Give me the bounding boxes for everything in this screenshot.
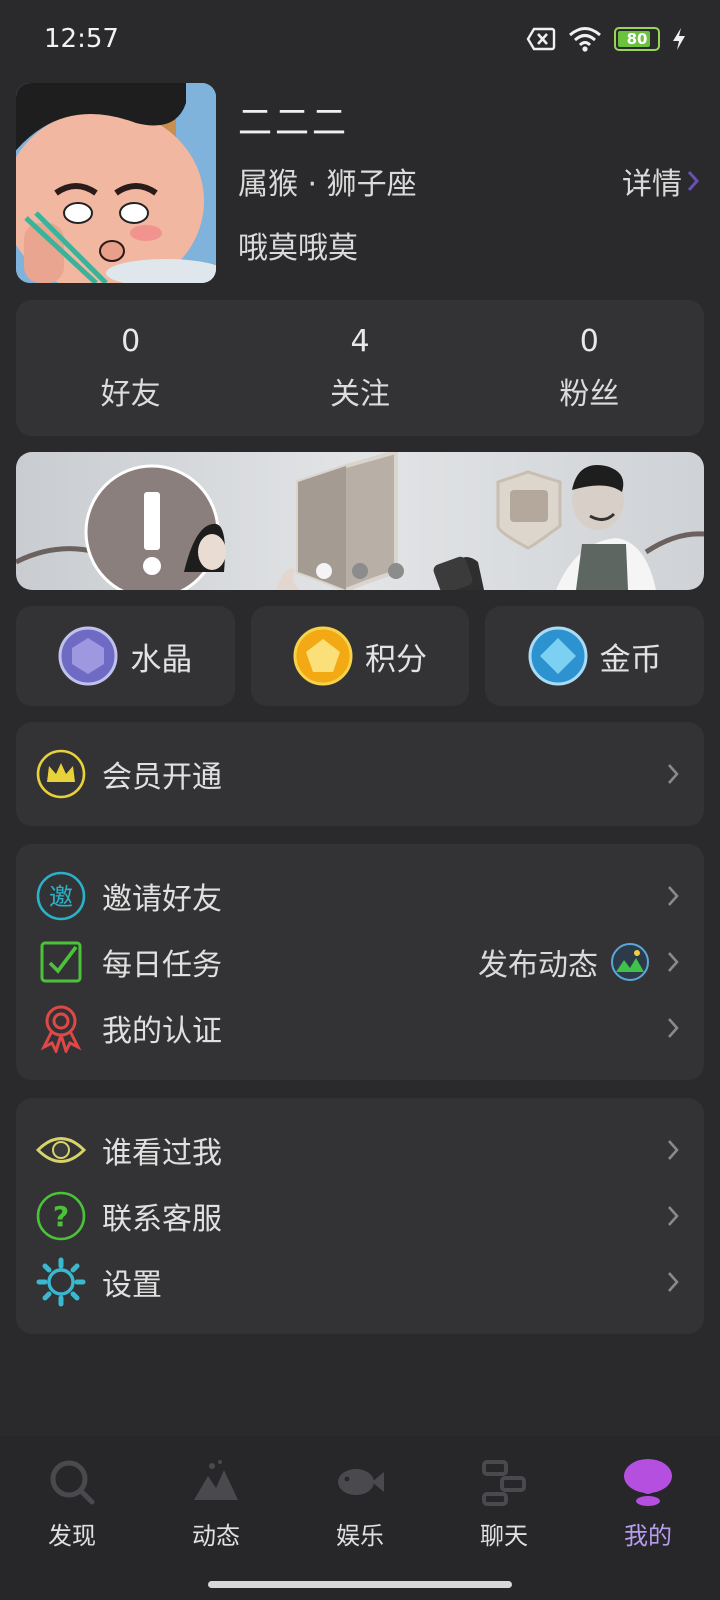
stat-label: 好友: [100, 376, 161, 412]
pagination-dot-active[interactable]: [316, 563, 332, 579]
status-icons: 80: [526, 26, 686, 52]
menu-item-invite[interactable]: 邀 邀请好友: [16, 864, 704, 928]
charging-icon: [673, 28, 685, 50]
tab-discover[interactable]: 发现: [22, 1456, 122, 1551]
stat-value: 4: [350, 323, 370, 359]
menu-item-vip[interactable]: 会员开通: [16, 742, 704, 806]
chevron-right-icon: [668, 1140, 679, 1160]
vip-card: 会员开通: [16, 722, 704, 826]
menu-item-daily-task[interactable]: 每日任务 发布动态: [16, 930, 704, 994]
help-icon: ?: [36, 1191, 86, 1241]
invite-label: 邀请好友: [102, 882, 222, 917]
user-bubble-icon: [624, 1459, 672, 1506]
crystal-icon: [58, 626, 118, 686]
avatar-image: [16, 83, 216, 283]
customer-service-label: 联系客服: [102, 1202, 222, 1237]
fish-icon: [338, 1469, 384, 1495]
tab-label-active: 我的: [624, 1522, 672, 1550]
vip-label: 会员开通: [102, 760, 222, 795]
tab-label: 娱乐: [336, 1522, 384, 1550]
points-button[interactable]: 积分: [250, 606, 470, 706]
stat-following[interactable]: 4 关注: [245, 300, 474, 436]
tab-me[interactable]: 我的: [598, 1456, 698, 1551]
coin-label: 金币: [599, 641, 662, 678]
pagination-dot[interactable]: [388, 563, 404, 579]
chevron-right-icon: [668, 764, 679, 784]
crystal-label: 水晶: [130, 641, 193, 678]
coin-button[interactable]: 金币: [485, 606, 705, 706]
details-label: 详情: [622, 167, 682, 202]
badge-icon: [36, 1003, 86, 1053]
status-time: 12:57: [44, 24, 119, 54]
no-sim-icon: [526, 27, 556, 51]
currency-row: 水晶 积分 金币: [16, 606, 705, 706]
invite-icon-text: 邀: [49, 883, 73, 911]
stats-card: 0 好友 4 关注 0 粉丝: [16, 300, 704, 436]
tab-label: 发现: [48, 1522, 96, 1550]
details-link[interactable]: 详情: [622, 159, 700, 203]
visitors-label: 谁看过我: [102, 1136, 222, 1171]
settings-label: 设置: [102, 1268, 162, 1303]
pagination-dot[interactable]: [352, 563, 368, 579]
coin-icon: [528, 626, 588, 686]
mountain-icon: [194, 1460, 238, 1500]
search-icon: [50, 1460, 95, 1505]
help-icon-text: ?: [53, 1200, 69, 1233]
menu-group-support: 谁看过我 ? 联系客服 设置: [16, 1098, 704, 1334]
certification-label: 我的认证: [102, 1014, 222, 1049]
stat-fans[interactable]: 0 粉丝: [475, 300, 704, 436]
battery-level: 80: [626, 30, 648, 48]
bottom-tab-bar: 发现 动态 娱乐 聊天 我的: [0, 1436, 720, 1600]
checkbox-icon: [36, 937, 86, 987]
tab-moments[interactable]: 动态: [166, 1456, 266, 1551]
daily-task-hint: 发布动态: [478, 940, 650, 984]
crown-icon: [36, 749, 86, 799]
menu-item-customer-service[interactable]: ? 联系客服: [16, 1184, 704, 1248]
promo-banner[interactable]: [16, 452, 704, 590]
tab-label: 动态: [192, 1522, 240, 1550]
chevron-right-icon: [668, 1206, 679, 1226]
menu-item-certification[interactable]: 我的认证: [16, 996, 704, 1060]
wifi-icon: [569, 27, 601, 52]
status-bar: 12:57 80: [0, 0, 720, 78]
crystal-button[interactable]: 水晶: [16, 606, 235, 706]
tab-chat[interactable]: 聊天: [454, 1456, 554, 1551]
menu-item-visitors[interactable]: 谁看过我: [16, 1118, 704, 1182]
avatar[interactable]: [16, 83, 216, 283]
zodiac-info: 属猴 · 狮子座: [238, 167, 417, 202]
menu-item-settings[interactable]: 设置: [16, 1250, 704, 1314]
stat-friends[interactable]: 0 好友: [16, 300, 245, 436]
profile-header: 二二二 属猴 · 狮子座 详情 哦莫哦莫: [16, 83, 704, 283]
post-moment-icon: [611, 943, 649, 981]
gear-icon: [36, 1257, 86, 1307]
daily-task-hint-label: 发布动态: [478, 948, 598, 983]
points-label: 积分: [365, 641, 427, 678]
stat-value: 0: [579, 323, 599, 359]
home-indicator[interactable]: [208, 1581, 512, 1588]
chat-icon: [482, 1460, 526, 1506]
battery-icon: 80: [614, 27, 660, 51]
menu-group-features: 邀 邀请好友 每日任务 发布动态 我的认证: [16, 844, 704, 1080]
chevron-right-icon: [687, 171, 700, 191]
stat-value: 0: [121, 323, 141, 359]
bio: 哦莫哦莫: [238, 231, 358, 266]
invite-icon: 邀: [36, 871, 86, 921]
chevron-right-icon: [668, 1272, 679, 1292]
tab-entertainment[interactable]: 娱乐: [310, 1456, 410, 1551]
eye-icon: [36, 1125, 86, 1175]
stat-label: 关注: [329, 376, 390, 412]
chevron-right-icon: [668, 1018, 679, 1038]
tab-label: 聊天: [480, 1522, 528, 1550]
chevron-right-icon: [668, 886, 679, 906]
points-icon: [293, 626, 353, 686]
banner-pagination: [316, 563, 404, 579]
nickname: 二二二: [238, 103, 349, 143]
daily-task-label: 每日任务: [102, 948, 222, 983]
chevron-right-icon: [668, 952, 679, 972]
stat-label: 粉丝: [559, 376, 620, 412]
